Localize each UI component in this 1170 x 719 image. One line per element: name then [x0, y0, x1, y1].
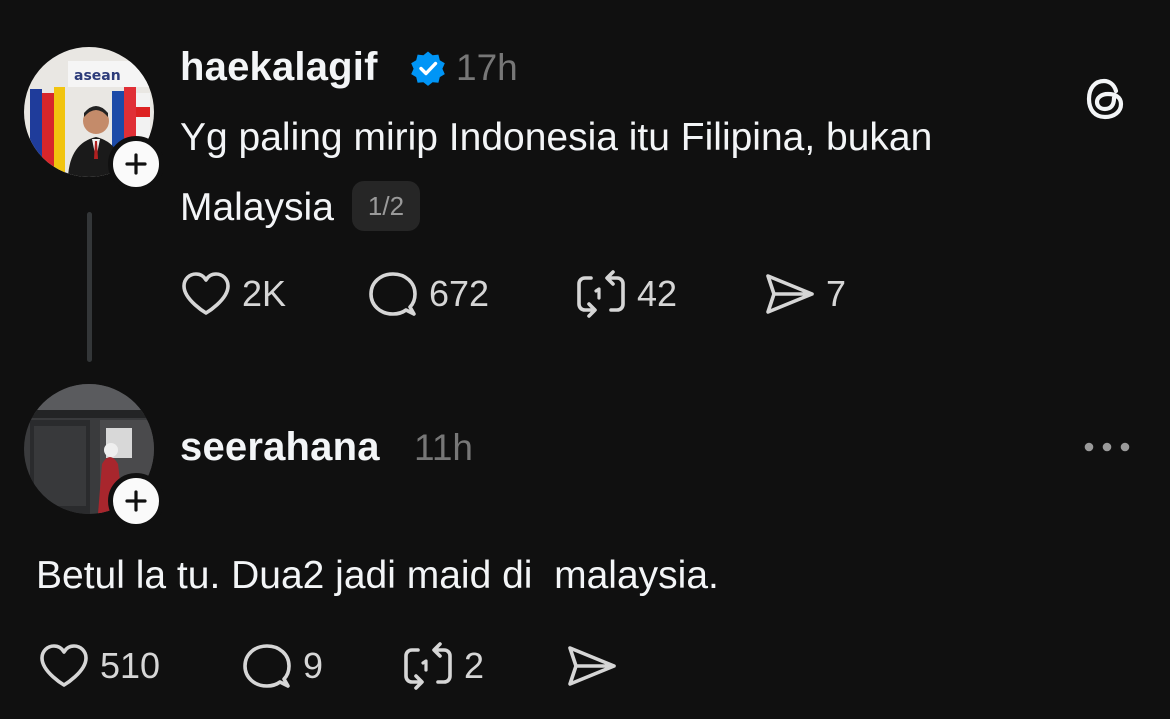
- repost-count: 42: [637, 273, 678, 314]
- reply-button[interactable]: 9: [241, 642, 323, 690]
- reply-username[interactable]: seerahana: [180, 424, 380, 470]
- repost-count: 2: [464, 645, 485, 686]
- plus-icon: [125, 490, 147, 512]
- follow-button[interactable]: [108, 473, 164, 529]
- page-indicator-badge: 1/2: [351, 180, 421, 231]
- reply-timestamp: 11h: [414, 427, 473, 468]
- reply-count: 9: [303, 645, 324, 686]
- post-text-line-2-content: Malaysia: [180, 186, 334, 229]
- share-count: 7: [826, 273, 847, 314]
- like-count: 510: [100, 645, 161, 686]
- repost-button[interactable]: 42: [575, 270, 677, 318]
- post-username[interactable]: haekalagif: [180, 44, 378, 90]
- post-timestamp: 17h: [456, 47, 518, 88]
- plus-icon: [125, 153, 147, 175]
- thread-connector-line: [87, 212, 92, 362]
- repost-icon: [577, 270, 625, 318]
- repost-button[interactable]: 2: [402, 642, 484, 690]
- share-button[interactable]: 7: [762, 270, 846, 318]
- threads-logo-icon[interactable]: [1083, 76, 1129, 122]
- like-button[interactable]: 2K: [180, 270, 286, 318]
- share-icon: [766, 274, 814, 314]
- share-button[interactable]: [564, 642, 618, 690]
- share-icon: [568, 646, 616, 686]
- like-count: 2K: [242, 273, 287, 314]
- more-options-icon[interactable]: [1083, 440, 1131, 454]
- reply-body: Betul la tu. Dua2 jadi maid di malaysia.: [36, 554, 719, 597]
- reply-button[interactable]: 672: [367, 270, 489, 318]
- like-button[interactable]: 510: [38, 642, 160, 690]
- reply-count: 672: [429, 273, 490, 314]
- post-body: Yg paling mirip Indonesia itu Filipina, …: [180, 103, 932, 243]
- avatar-sign-text: asean: [74, 68, 121, 84]
- follow-button[interactable]: [108, 136, 164, 192]
- heart-icon: [182, 272, 230, 315]
- verified-badge-icon: [411, 51, 445, 86]
- repost-icon: [404, 642, 452, 690]
- post-text-line-1: Yg paling mirip Indonesia itu Filipina, …: [180, 116, 933, 159]
- comment-icon: [243, 644, 291, 688]
- post-text-line-2: Malaysia 1/2: [180, 173, 932, 243]
- heart-icon: [40, 644, 88, 687]
- comment-icon: [369, 272, 417, 316]
